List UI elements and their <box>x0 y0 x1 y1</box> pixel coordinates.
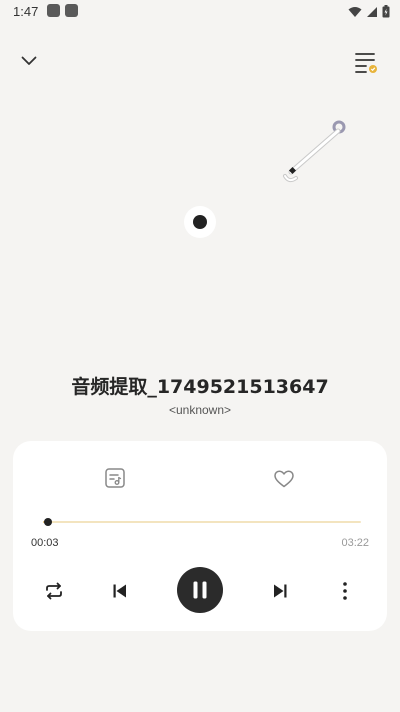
player-controls-card: 00:03 03:22 <box>13 441 387 631</box>
status-bar: 1:47 <box>0 0 400 24</box>
artist-name: <unknown> <box>168 403 232 417</box>
playlist-queue-button[interactable] <box>354 50 380 76</box>
wifi-icon <box>348 6 362 17</box>
heart-icon <box>274 470 294 488</box>
more-vertical-icon <box>343 582 347 600</box>
collapse-button[interactable] <box>16 48 42 74</box>
lyrics-icon <box>105 468 125 488</box>
current-time: 00:03 <box>31 537 59 549</box>
next-track-button[interactable] <box>267 578 293 604</box>
favorite-button[interactable] <box>273 468 295 490</box>
battery-icon <box>382 5 390 18</box>
progress-bar[interactable] <box>43 518 361 526</box>
repeat-button[interactable] <box>41 578 67 604</box>
lyrics-button[interactable] <box>104 467 126 489</box>
chevron-down-icon <box>21 56 37 65</box>
previous-track-button[interactable] <box>107 578 133 604</box>
progress-thumb[interactable] <box>43 518 52 526</box>
play-pause-button[interactable] <box>177 567 223 613</box>
pause-icon <box>193 581 207 599</box>
cellular-signal-icon <box>367 6 377 17</box>
skip-next-icon <box>274 584 287 598</box>
skip-previous-icon <box>113 584 126 598</box>
status-indicators <box>348 5 390 18</box>
repeat-icon <box>46 582 62 600</box>
playlist-queue-icon <box>355 53 377 73</box>
record-disc <box>184 206 216 238</box>
tonearm <box>283 120 346 183</box>
song-title: 音频提取_1749521513647 <box>71 376 329 398</box>
status-time: 1:47 <box>13 4 39 19</box>
total-time: 03:22 <box>341 537 369 549</box>
notification-icon <box>65 4 78 17</box>
turntable-artwork <box>184 120 346 238</box>
more-options-button[interactable] <box>332 578 358 604</box>
notification-icon <box>47 4 60 17</box>
